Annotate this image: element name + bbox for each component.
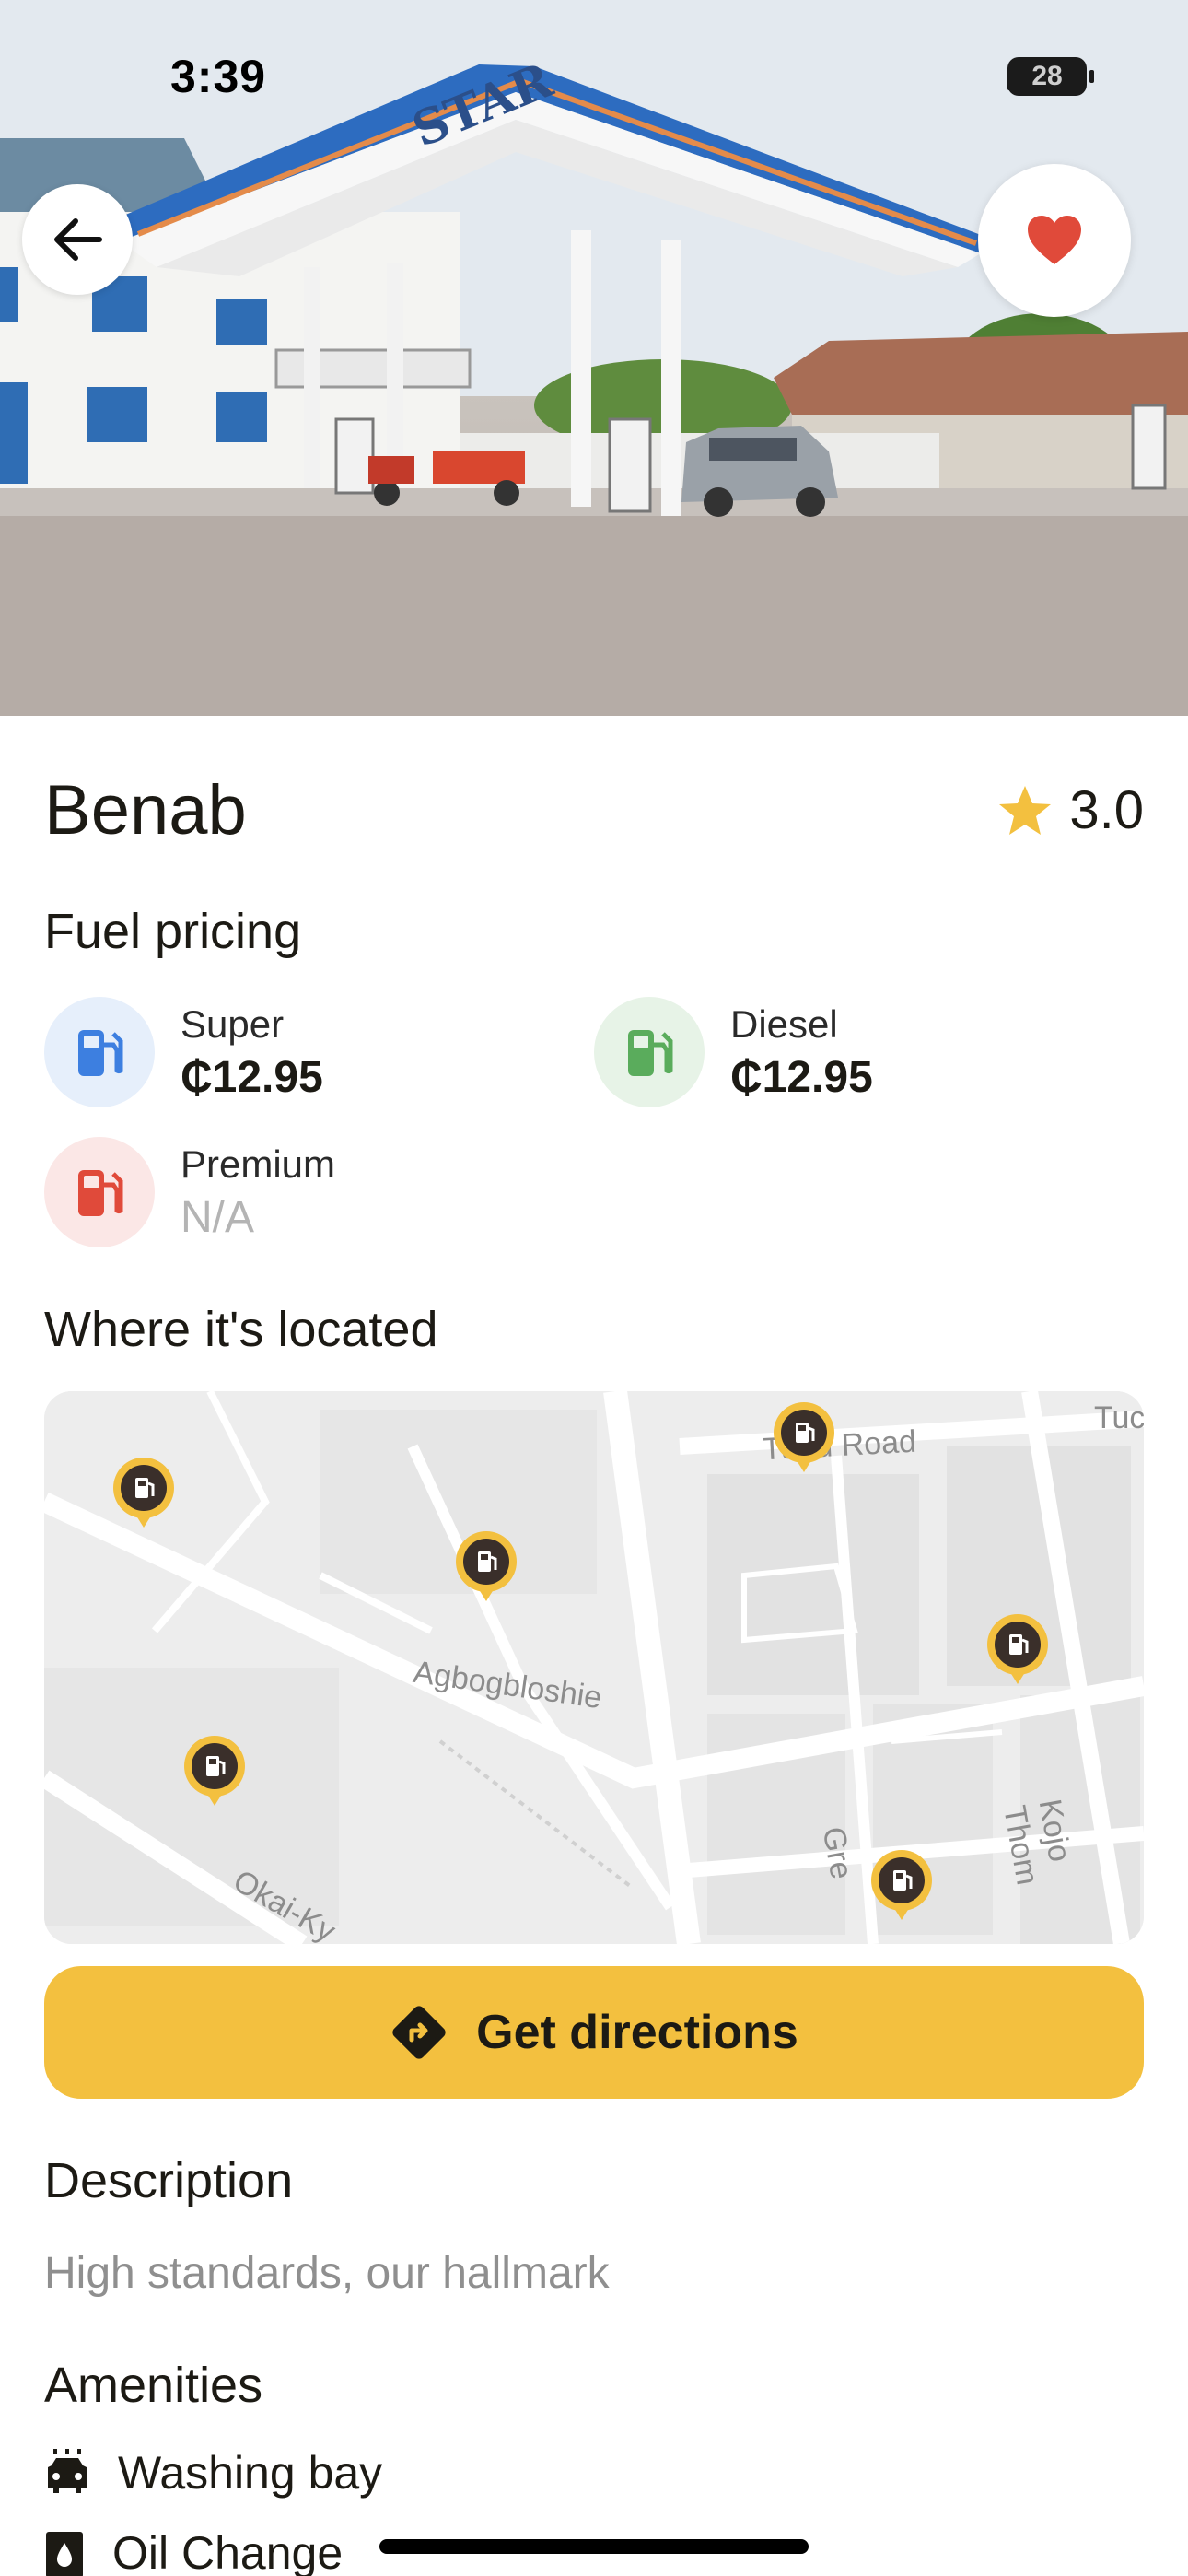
fuel-station-pin-icon[interactable] (454, 1529, 518, 1601)
status-time: 3:39 (170, 51, 267, 102)
fuel-pricing-heading: Fuel pricing (44, 904, 302, 959)
map-roads (44, 1391, 1144, 1944)
car-wash-icon (48, 2449, 87, 2493)
amenity-item: Washing bay (44, 2446, 382, 2500)
fuel-price: ₵12.95 (730, 1053, 873, 1102)
amenity-label: Washing bay (118, 2447, 383, 2499)
amenities-heading: Amenities (44, 2358, 263, 2413)
location-heading: Where it's located (44, 1302, 438, 1357)
fuel-price: ₵12.95 (181, 1053, 323, 1102)
amenity-item: Oil Change (44, 2526, 343, 2576)
status-icons: 28 (1007, 57, 1094, 96)
station-photo: STAR 3:39 28 (0, 0, 1188, 716)
star-icon (999, 785, 1052, 835)
oil-can-icon (46, 2532, 83, 2576)
fuel-station-pin-icon[interactable] (772, 1400, 836, 1472)
fuel-name: Premium (181, 1142, 336, 1186)
fuel-station-pin-icon[interactable] (869, 1848, 934, 1920)
get-directions-label: Get directions (476, 2006, 798, 2059)
fuel-item-super: Super ₵12.95 (44, 997, 323, 1107)
fuel-pump-icon (44, 1137, 155, 1247)
map-label-road: Tuc (1094, 1400, 1144, 1435)
station-name: Benab (44, 771, 247, 849)
station-rating: 3.0 (997, 779, 1144, 841)
back-button[interactable] (22, 184, 133, 295)
amenity-label: Oil Change (112, 2527, 344, 2576)
battery-icon: 28 (1007, 57, 1094, 96)
fuel-item-diesel: Diesel ₵12.95 (594, 997, 873, 1107)
map-label-road: Kojo Thom (996, 1797, 1077, 1888)
fuel-station-pin-icon[interactable] (111, 1456, 176, 1528)
gas-station-illustration: STAR (0, 0, 1188, 716)
fuel-price: N/A (181, 1193, 255, 1242)
description-text: High standards, our hallmark (44, 2249, 610, 2298)
description-heading: Description (44, 2153, 294, 2208)
directions-icon (392, 2006, 446, 2059)
arrow-left-icon (54, 218, 102, 261)
get-directions-button[interactable]: Get directions (44, 1966, 1144, 2099)
fuel-name: Super (181, 1002, 285, 1046)
home-indicator[interactable] (379, 2539, 809, 2554)
fuel-station-pin-icon[interactable] (182, 1734, 247, 1806)
fuel-pump-icon (594, 997, 705, 1107)
fuel-station-pin-icon[interactable] (985, 1612, 1050, 1684)
heart-icon (1028, 216, 1081, 264)
location-map[interactable]: Tudu Road Agbogbloshie Kojo Thom Okai-Ky… (44, 1391, 1144, 1944)
fuel-item-premium: Premium N/A (44, 1137, 335, 1247)
fuel-name: Diesel (730, 1002, 838, 1046)
rating-value: 3.0 (1069, 780, 1144, 840)
favorite-button[interactable] (978, 164, 1131, 317)
fuel-pump-icon (44, 997, 155, 1107)
battery-level: 28 (1031, 61, 1063, 91)
